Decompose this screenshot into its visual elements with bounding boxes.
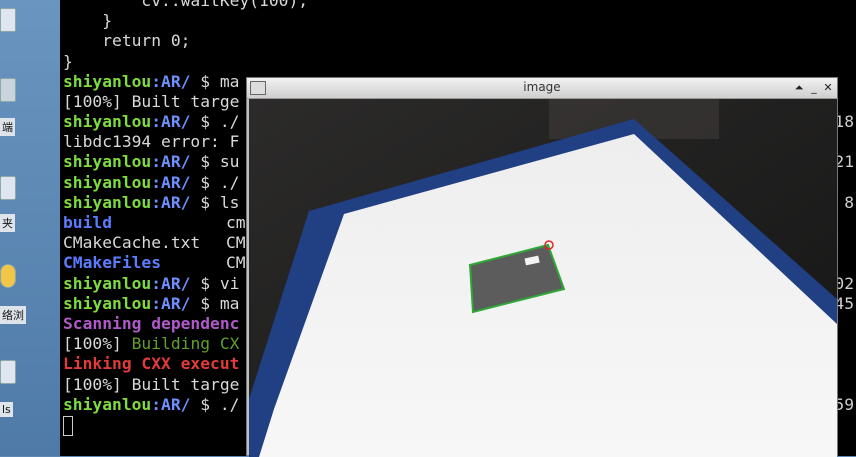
desktop-icon-1[interactable] <box>0 8 16 32</box>
desktop-icon-folder[interactable]: 夹 <box>0 176 16 232</box>
build-status: Building CX <box>131 334 240 353</box>
prompt-command: ma <box>219 294 240 313</box>
ls-entry: cm <box>226 213 246 232</box>
terminal-line: [100%] Built targe <box>63 375 240 394</box>
prompt-user: shiyanlou <box>63 152 152 171</box>
prompt-symbol: $ <box>190 193 220 212</box>
terminal-prompt-line: shiyanlou:AR/ $ ./ <box>63 173 239 193</box>
prompt-symbol: $ <box>190 274 220 293</box>
image-window-title: image <box>523 80 561 94</box>
terminal-line: [100%] Building CX <box>63 334 239 354</box>
prompt-symbol: $ <box>190 112 220 131</box>
desktop-icon-browser[interactable]: 络浏 <box>0 264 26 324</box>
prompt-command: ma <box>219 72 240 91</box>
terminal-right-fragment: 8 <box>844 193 854 212</box>
terminal-icon <box>0 78 16 102</box>
prompt-path: :AR/ <box>151 395 191 414</box>
minimize-button-icon[interactable]: _ <box>808 81 820 94</box>
folder-icon <box>0 176 16 200</box>
prompt-path: :AR/ <box>151 274 191 293</box>
prompt-symbol: $ <box>190 152 220 171</box>
prompt-symbol: $ <box>190 173 220 192</box>
desktop-icon-terminal-label: 端 <box>0 118 15 136</box>
prompt-path: :AR/ <box>151 112 191 131</box>
prompt-user: shiyanlou <box>63 173 152 192</box>
desktop-icon-4[interactable]: ls <box>0 360 16 417</box>
terminal-cursor <box>63 416 73 436</box>
prompt-symbol: $ <box>190 294 220 313</box>
prompt-command: ls <box>219 193 240 212</box>
prompt-command: su <box>219 152 240 171</box>
prompt-path: :AR/ <box>151 294 191 313</box>
prompt-user: shiyanlou <box>63 193 152 212</box>
desktop-icon-browser-label: 络浏 <box>0 306 26 324</box>
prompt-command: ./ <box>219 395 240 414</box>
terminal-prompt-line: shiyanlou:AR/ $ vi <box>63 274 239 294</box>
terminal-prompt-line: shiyanlou:AR/ $ ./ <box>63 395 239 415</box>
terminal-prompt-line: shiyanlou:AR/ $ ma <box>63 294 239 314</box>
image-window[interactable]: image ⏶ _ ✕ <box>246 77 838 457</box>
desktop-icon-4-label: ls <box>0 402 13 417</box>
ls-entry: CM <box>226 253 246 272</box>
prompt-path: :AR/ <box>151 72 191 91</box>
ls-entry: CM <box>226 233 246 252</box>
terminal-prompt-line: shiyanlou:AR/ $ su <box>63 152 239 172</box>
terminal-line: Scanning dependenc <box>63 314 240 333</box>
close-button-icon[interactable]: ✕ <box>822 81 834 94</box>
terminal-line: } <box>63 52 73 71</box>
image-window-titlebar[interactable]: image ⏶ _ ✕ <box>247 78 837 99</box>
progress-prefix: [100%] <box>63 334 132 353</box>
terminal-prompt-line: shiyanlou:AR/ $ ./ <box>63 112 239 132</box>
terminal-prompt-line: shiyanlou:AR/ $ ls <box>63 193 239 213</box>
prompt-symbol: $ <box>190 72 220 91</box>
desktop-icon-folder-label: 夹 <box>0 214 15 232</box>
terminal-prompt-line: shiyanlou:AR/ $ ma <box>63 72 239 92</box>
prompt-command: vi <box>219 274 240 293</box>
file-icon <box>0 8 16 32</box>
prompt-path: :AR/ <box>151 173 191 192</box>
prompt-user: shiyanlou <box>63 112 152 131</box>
prompt-user: shiyanlou <box>63 294 152 313</box>
shade-button-icon[interactable]: ⏶ <box>793 81 805 95</box>
prompt-path: :AR/ <box>151 152 191 171</box>
desktop-icon-terminal[interactable]: 端 <box>0 78 16 136</box>
prompt-user: shiyanlou <box>63 395 152 414</box>
camera-frame <box>249 99 837 457</box>
ls-entry-dir: CMakeFiles <box>63 253 162 272</box>
terminal-line: [100%] Built targe <box>63 92 240 111</box>
terminal-line: Linking CXX execut <box>63 354 240 373</box>
camera-scene <box>249 99 837 457</box>
browser-icon <box>0 264 16 288</box>
prompt-symbol: $ <box>190 395 220 414</box>
terminal-line: return 0; <box>63 31 191 50</box>
prompt-command: ./ <box>219 112 240 131</box>
prompt-command: ./ <box>219 173 240 192</box>
ls-output-row: build <box>63 213 112 233</box>
prompt-user: shiyanlou <box>63 72 152 91</box>
ls-entry: CMakeCache.txt <box>63 233 201 252</box>
terminal-line: libdc1394 error: F <box>63 132 240 151</box>
file-icon <box>0 360 16 384</box>
desktop-panel: 端 夹 络浏 ls <box>0 0 60 456</box>
terminal-line: cv::waitKey(100); <box>63 0 309 10</box>
terminal-line: } <box>63 11 113 30</box>
prompt-path: :AR/ <box>151 193 191 212</box>
prompt-user: shiyanlou <box>63 274 152 293</box>
ls-entry-dir: build <box>63 213 113 232</box>
ls-output-row: CMakeFiles <box>63 253 161 273</box>
